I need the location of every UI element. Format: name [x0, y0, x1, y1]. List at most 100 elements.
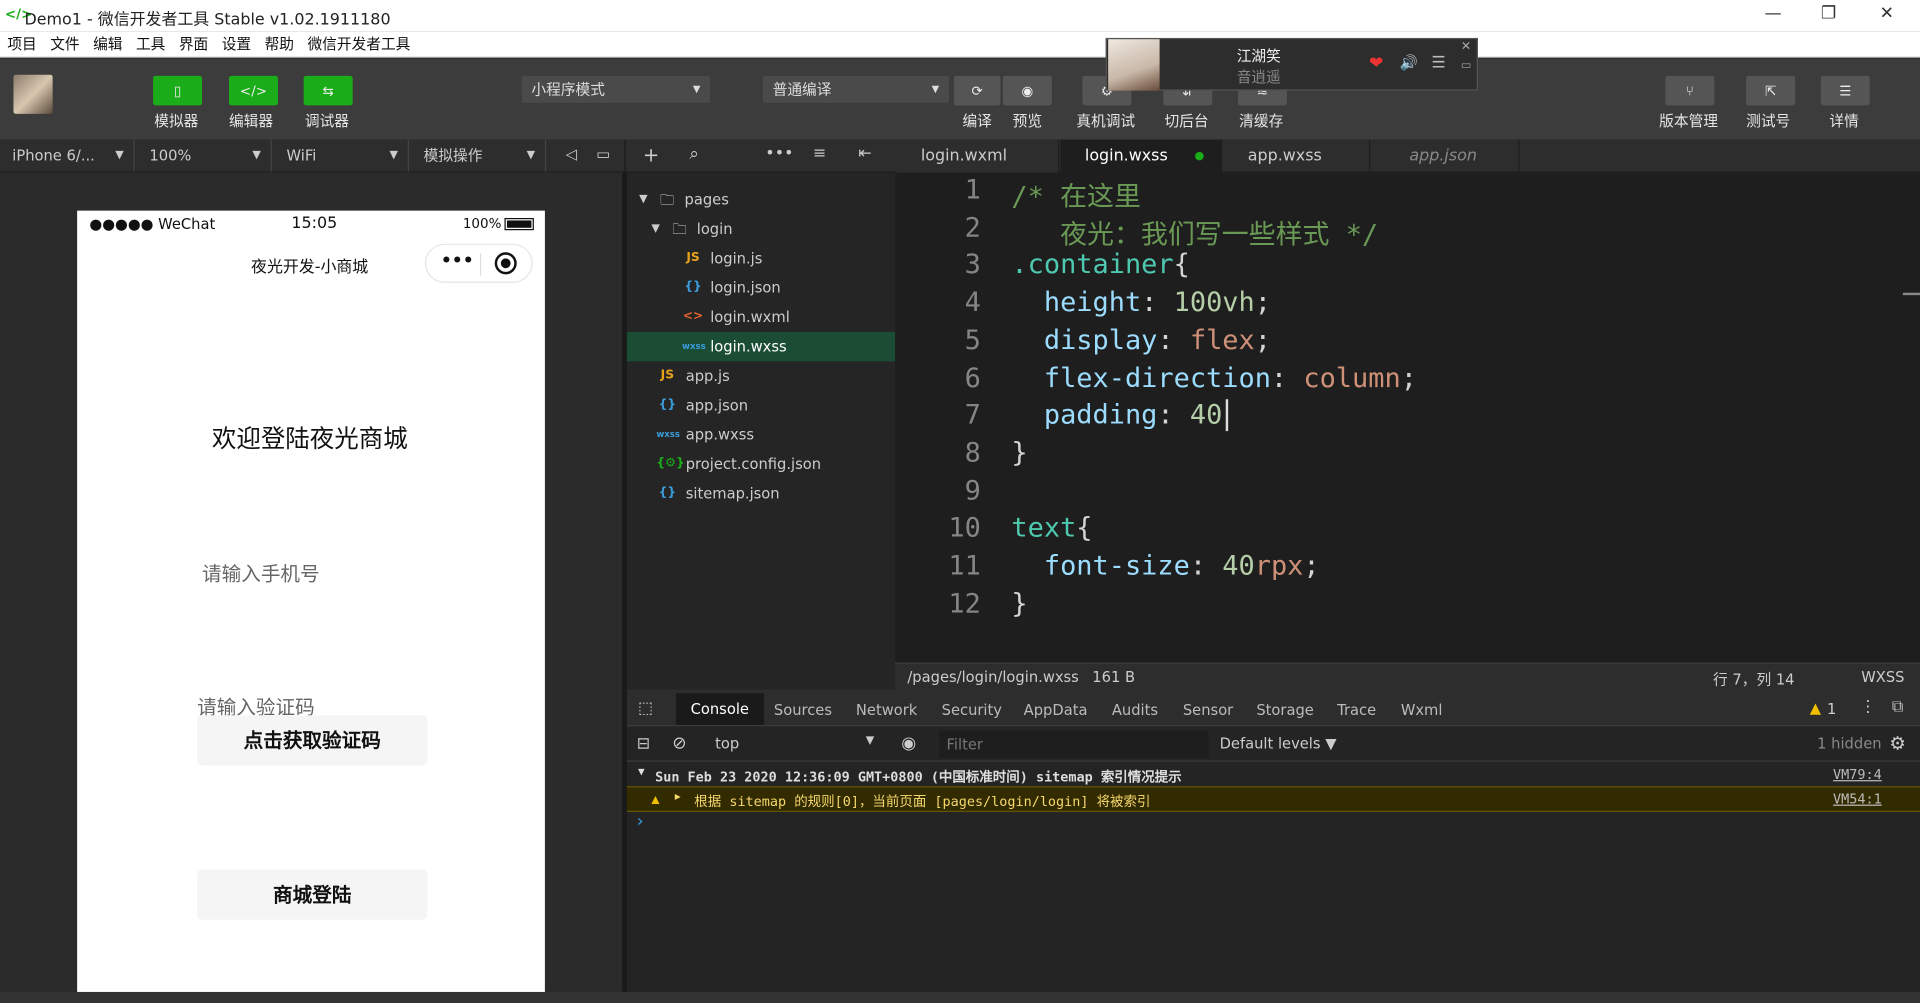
log-warning[interactable]: ▲ ▶ 根据 sitemap 的规则[0]，当前页面 [pages/login/…	[626, 786, 1920, 812]
filter-input[interactable]: Filter	[939, 731, 1209, 759]
debugger-button[interactable]: ⇆	[303, 75, 353, 106]
close-icon[interactable]: ✕	[1461, 40, 1471, 53]
music-widget[interactable]: 江湖笑 音逍遥 ❤ 🔊 ☰ ✕ ▭	[1105, 37, 1478, 91]
version-button[interactable]: ⑂	[1665, 75, 1715, 106]
tree-item-login-json[interactable]: {} login.json	[627, 273, 895, 302]
tree-label: pages	[684, 191, 729, 209]
editor-button[interactable]: </>	[228, 75, 278, 106]
source-link[interactable]: VM54:1	[1833, 791, 1882, 807]
tab-app-json[interactable]: app.json	[1385, 139, 1520, 173]
warning-icon[interactable]: ▲	[1810, 699, 1821, 716]
preview-button[interactable]: ◉	[1002, 75, 1052, 106]
simulator-button[interactable]: ▯	[153, 75, 203, 106]
search-icon[interactable]: ⌕	[689, 145, 699, 165]
tree-item-login-wxml[interactable]: <> login.wxml	[627, 302, 895, 331]
inspect-icon[interactable]: ⬚	[638, 699, 653, 717]
eye-icon[interactable]: ◉	[901, 734, 916, 754]
menu-item[interactable]: 帮助	[265, 32, 294, 56]
tree-item-app-js[interactable]: JS app.js	[627, 361, 895, 390]
gear-icon[interactable]: ⚙	[1889, 732, 1905, 754]
clear-icon[interactable]: ⊘	[672, 734, 686, 754]
tree-item-project-config[interactable]: {⚙} project.config.json	[627, 449, 895, 478]
capsule[interactable]: •••	[424, 243, 533, 283]
heart-icon[interactable]: ❤	[1369, 54, 1383, 74]
menu-item[interactable]: 设置	[222, 32, 251, 56]
minimize-icon[interactable]: —	[1764, 4, 1781, 24]
chevron-right-icon[interactable]: ▶	[675, 791, 681, 802]
playlist-icon[interactable]: ☰	[1431, 54, 1445, 72]
bottom-edge	[0, 991, 1920, 1003]
test-account-button[interactable]: ⇱	[1746, 75, 1796, 106]
menu-item[interactable]: 微信开发者工具	[307, 32, 410, 56]
tree-item-login-wxss[interactable]: wxss login.wxss	[626, 331, 896, 362]
device-select[interactable]: iPhone 6/... ▼	[0, 139, 135, 172]
login-button[interactable]: 商城登陆	[197, 869, 428, 920]
tab-storage[interactable]: Storage	[1242, 694, 1329, 726]
tree-item-login[interactable]: ▼ 🗀 login	[627, 214, 895, 243]
sidebar-toggle-icon[interactable]: ⇤	[858, 145, 871, 163]
menu-bar: 项目 文件 编辑 工具 界面 设置 帮助 微信开发者工具	[0, 31, 1920, 58]
minimize-icon[interactable]: ▭	[1461, 60, 1471, 72]
add-icon[interactable]: +	[643, 143, 659, 166]
context-select[interactable]: top	[715, 735, 739, 752]
tab-console[interactable]: Console	[675, 693, 764, 725]
tree-item-pages[interactable]: ▼ 🗀 pages	[627, 185, 895, 214]
window-icon[interactable]: ▭	[596, 146, 610, 163]
more-icon[interactable]: •••	[765, 145, 793, 163]
details-button[interactable]: ☰	[1820, 75, 1870, 106]
mode-select[interactable]: 小程序模式 ▼	[521, 75, 711, 103]
collapse-icon[interactable]: ≡	[813, 145, 826, 163]
phone-icon: ▯	[173, 82, 182, 99]
menu-icon: ☰	[1839, 82, 1852, 99]
tree-item-login-js[interactable]: JS login.js	[627, 244, 895, 273]
menu-item[interactable]: 编辑	[93, 32, 122, 56]
chevron-down-icon[interactable]: ▼	[866, 735, 874, 747]
code-line: font-size: 40rpx;	[1011, 551, 1320, 582]
tab-sensor[interactable]: Sensor	[1168, 694, 1248, 726]
dock-icon[interactable]: ⧉	[1892, 698, 1903, 716]
tree-item-app-wxss[interactable]: wxss app.wxss	[627, 420, 895, 449]
simulate-op-select[interactable]: 模拟操作 ▼	[411, 139, 547, 172]
menu-item[interactable]: 文件	[50, 32, 79, 56]
compile-select[interactable]: 普通编译 ▼	[762, 75, 949, 103]
console-prompt[interactable]: ›	[637, 812, 644, 832]
tab-sources[interactable]: Sources	[759, 694, 847, 726]
tab-security[interactable]: Security	[927, 694, 1017, 726]
tree-item-sitemap[interactable]: {} sitemap.json	[627, 479, 895, 508]
zoom-select[interactable]: 100% ▼	[137, 139, 272, 172]
menu-item[interactable]: 工具	[136, 32, 165, 56]
tree-item-app-json[interactable]: {} app.json	[627, 391, 895, 420]
tab-appdata[interactable]: AppData	[1009, 694, 1102, 726]
network-select[interactable]: WiFi ▼	[274, 139, 409, 172]
volume-icon[interactable]: ◁	[566, 146, 577, 163]
levels-select[interactable]: Default levels ▼	[1220, 735, 1337, 752]
avatar[interactable]	[13, 74, 53, 114]
source-link[interactable]: VM79:4	[1833, 767, 1882, 783]
tab-wxml[interactable]: Wxml	[1386, 694, 1457, 726]
kebab-icon[interactable]: ⋮	[1860, 698, 1876, 716]
more-icon[interactable]: •••	[441, 251, 474, 271]
line-number: 3	[964, 250, 981, 281]
sidebar-icon[interactable]: ⊟	[637, 735, 650, 753]
tab-network[interactable]: Network	[841, 694, 932, 726]
tab-audits[interactable]: Audits	[1097, 694, 1173, 726]
menu-item[interactable]: 项目	[7, 32, 36, 56]
menu-item[interactable]: 界面	[179, 32, 208, 56]
language-mode[interactable]: WXSS	[1861, 669, 1904, 686]
tab-app-wxss[interactable]: app.wxss	[1223, 139, 1371, 173]
speaker-icon[interactable]: 🔊	[1400, 54, 1418, 71]
close-icon[interactable]: ✕	[1880, 4, 1894, 24]
log-group[interactable]: ▼ Sun Feb 23 2020 12:36:09 GMT+0800 (中国标…	[627, 763, 1920, 786]
tab-trace[interactable]: Trace	[1322, 694, 1390, 726]
code-token: 40	[1222, 551, 1255, 582]
tab-login-wxss[interactable]: login.wxss	[1060, 139, 1223, 173]
restore-icon[interactable]: ❐	[1821, 4, 1836, 24]
tab-login-wxml[interactable]: login.wxml	[896, 139, 1060, 173]
get-code-button[interactable]: 点击获取验证码	[197, 715, 428, 766]
code-token: :	[1270, 363, 1304, 394]
warning-icon: ▲	[651, 791, 660, 808]
phone-input[interactable]: 请输入手机号	[202, 557, 447, 586]
code-editor[interactable]: 1/* 在这里 2 夜光：我们写一些样式 */3 .container{4 heig…	[895, 172, 1920, 663]
compile-button[interactable]: ⟳	[953, 75, 1001, 106]
close-circle-icon[interactable]	[494, 252, 517, 275]
